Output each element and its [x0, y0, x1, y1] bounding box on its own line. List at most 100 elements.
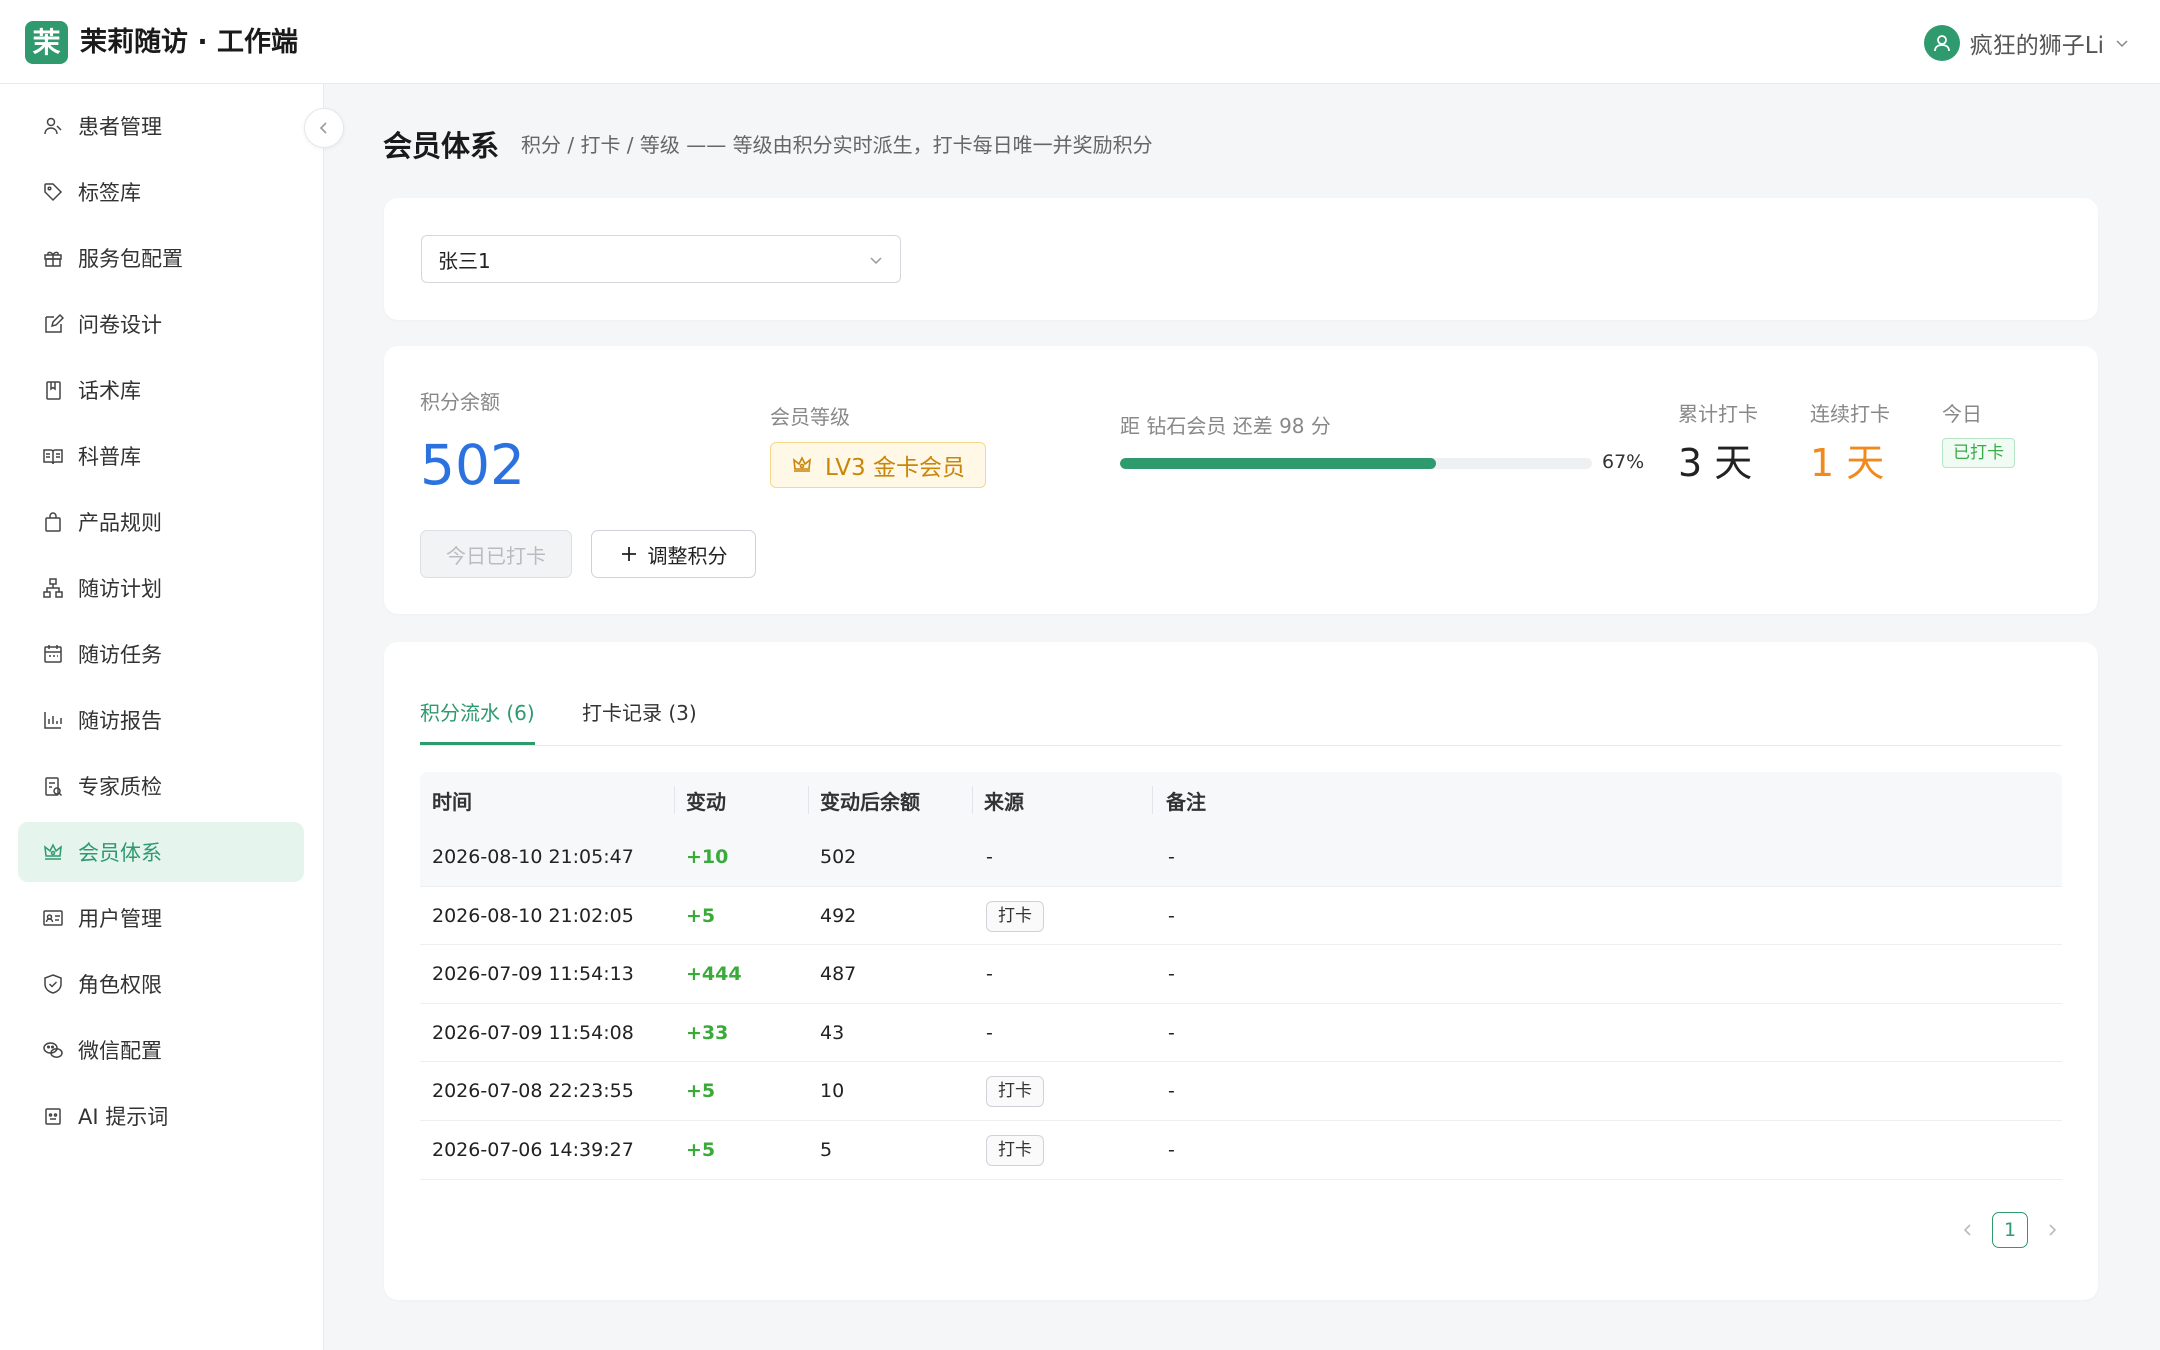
column-separator	[1152, 786, 1153, 814]
sidebar-item-15[interactable]: 微信配置	[18, 1020, 304, 1080]
cell-time: 2026-07-08 22:23:55	[432, 1080, 634, 1103]
checkin-button[interactable]: 今日已打卡	[420, 530, 572, 578]
column-separator	[808, 786, 809, 814]
adjust-points-button[interactable]: 调整积分	[591, 530, 756, 578]
tab-checkin-records[interactable]: 打卡记录 (3)	[582, 696, 697, 730]
sidebar-item-6[interactable]: 科普库	[18, 426, 304, 486]
open-book-icon	[42, 445, 64, 467]
sidebar-item-8[interactable]: 随访计划	[18, 558, 304, 618]
source-tag: 打卡	[986, 1076, 1044, 1108]
adjust-points-label: 调整积分	[647, 543, 728, 568]
calendar-icon	[42, 643, 64, 665]
level-progress-fill	[1120, 458, 1437, 469]
sidebar-item-label: 患者管理	[78, 115, 162, 139]
cell-note: -	[1168, 904, 1175, 927]
top-header: 茉 茉莉随访 · 工作端 疯狂的狮子Li	[0, 0, 2160, 84]
column-header-balance: 变动后余额	[820, 789, 920, 814]
cell-balance: 492	[820, 904, 857, 927]
bar-chart-icon	[42, 709, 64, 731]
sidebar-item-13[interactable]: 用户管理	[18, 888, 304, 948]
progress-label: 距 钻石会员 还差 98 分	[1120, 414, 1331, 438]
patient-select[interactable]: 张三1	[421, 235, 901, 283]
sidebar-item-label: 科普库	[78, 445, 141, 469]
cell-change: +5	[686, 1080, 716, 1103]
cell-balance: 10	[820, 1080, 845, 1103]
crown-icon	[792, 456, 812, 472]
sidebar-item-9[interactable]: 随访任务	[18, 624, 304, 684]
column-separator	[972, 786, 973, 814]
page-number[interactable]: 1	[1992, 1212, 2028, 1248]
source-tag: 打卡	[986, 900, 1044, 932]
checkin-button-label: 今日已打卡	[446, 543, 546, 568]
cell-balance: 502	[820, 846, 857, 868]
level-value: LV3 金卡会员	[825, 455, 965, 481]
next-page-button[interactable]	[2042, 1220, 2062, 1240]
cell-note: -	[1168, 846, 1175, 868]
sidebar-item-12[interactable]: 会员体系	[18, 822, 304, 882]
cell-note: -	[1168, 963, 1175, 986]
sidebar-item-label: 服务包配置	[78, 247, 183, 271]
cell-note: -	[1168, 1080, 1175, 1103]
sidebar-item-label: 微信配置	[78, 1039, 162, 1063]
sidebar-item-label: 产品规则	[78, 511, 162, 535]
book-icon	[42, 379, 64, 401]
active-tab-indicator	[420, 742, 535, 745]
user-avatar-icon	[1923, 25, 1960, 61]
cell-source: -	[986, 846, 993, 868]
bag-icon	[42, 511, 64, 533]
table-row: 2026-07-08 22:23:55 +5 10 打卡 -	[420, 1062, 2062, 1121]
balance-label: 积分余额	[420, 390, 500, 414]
prev-page-button[interactable]	[1958, 1220, 1978, 1240]
table-body: 2026-08-10 21:05:47 +10 502- -2026-08-10 21…	[420, 828, 2062, 1180]
edit-icon	[42, 313, 64, 335]
table-row: 2026-08-10 21:02:05 +5 492 打卡 -	[420, 887, 2062, 946]
user-menu[interactable]: 疯狂的狮子Li	[1923, 23, 2130, 63]
points-ledger-card: 积分流水 (6) 打卡记录 (3) 时间 变动 变动后余额 来源 备注 2026…	[384, 642, 2098, 1300]
sidebar-item-label: 问卷设计	[78, 313, 162, 337]
level-progress-bar	[1120, 458, 1592, 469]
total-checkin-label: 累计打卡	[1678, 402, 1758, 426]
source-tag: 打卡	[986, 1134, 1044, 1166]
sidebar-item-10[interactable]: 随访报告	[18, 690, 304, 750]
table-header: 时间 变动 变动后余额 来源 备注	[420, 772, 2062, 828]
page-subtitle: 积分 / 打卡 / 等级 —— 等级由积分实时派生，打卡每日唯一并奖励积分	[521, 133, 1153, 157]
cell-balance: 43	[820, 1021, 845, 1044]
sidebar-item-7[interactable]: 产品规则	[18, 492, 304, 552]
cell-note: -	[1168, 1021, 1175, 1044]
sidebar-item-16[interactable]: AI 提示词	[18, 1086, 304, 1146]
sidebar-collapse-button[interactable]	[304, 108, 344, 148]
plus-icon	[621, 547, 636, 561]
pagination: 1	[1958, 1212, 2062, 1248]
cell-balance: 487	[820, 963, 857, 986]
sidebar-item-label: 随访计划	[78, 577, 162, 601]
cell-time: 2026-07-06 14:39:27	[432, 1138, 634, 1161]
sidebar-item-1[interactable]: 患者管理	[18, 96, 304, 156]
sidebar-item-14[interactable]: 角色权限	[18, 954, 304, 1014]
tag-icon	[42, 181, 64, 203]
gift-icon	[42, 247, 64, 269]
sidebar-item-3[interactable]: 服务包配置	[18, 228, 304, 288]
sidebar-item-4[interactable]: 问卷设计	[18, 294, 304, 354]
sidebar-item-label: 随访报告	[78, 709, 162, 733]
sidebar-item-label: 标签库	[78, 181, 141, 205]
total-checkin-value: 3 天	[1678, 441, 1753, 485]
level-label: 会员等级	[770, 405, 850, 429]
sidebar-item-label: 会员体系	[78, 841, 162, 865]
cell-time: 2026-07-09 11:54:08	[432, 1021, 634, 1044]
sidebar-item-2[interactable]: 标签库	[18, 162, 304, 222]
cell-time: 2026-08-10 21:02:05	[432, 904, 634, 927]
user-name: 疯狂的狮子Li	[1969, 33, 2104, 59]
points-table: 时间 变动 变动后余额 来源 备注 2026-08-10 21:05:47 +10…	[420, 772, 2062, 1180]
column-header-source: 来源	[984, 789, 1024, 814]
cell-note: -	[1168, 1138, 1175, 1161]
level-badge: LV3 金卡会员	[770, 442, 986, 488]
users-icon	[42, 115, 64, 137]
tab-points-ledger[interactable]: 积分流水 (6)	[420, 696, 535, 730]
sidebar-item-11[interactable]: 专家质检	[18, 756, 304, 816]
sidebar-item-5[interactable]: 话术库	[18, 360, 304, 420]
cell-source: -	[986, 963, 993, 986]
streak-label: 连续打卡	[1810, 402, 1890, 426]
cell-change: +5	[686, 904, 716, 927]
shield-icon	[42, 973, 64, 995]
sidebar-item-label: 角色权限	[78, 973, 162, 997]
